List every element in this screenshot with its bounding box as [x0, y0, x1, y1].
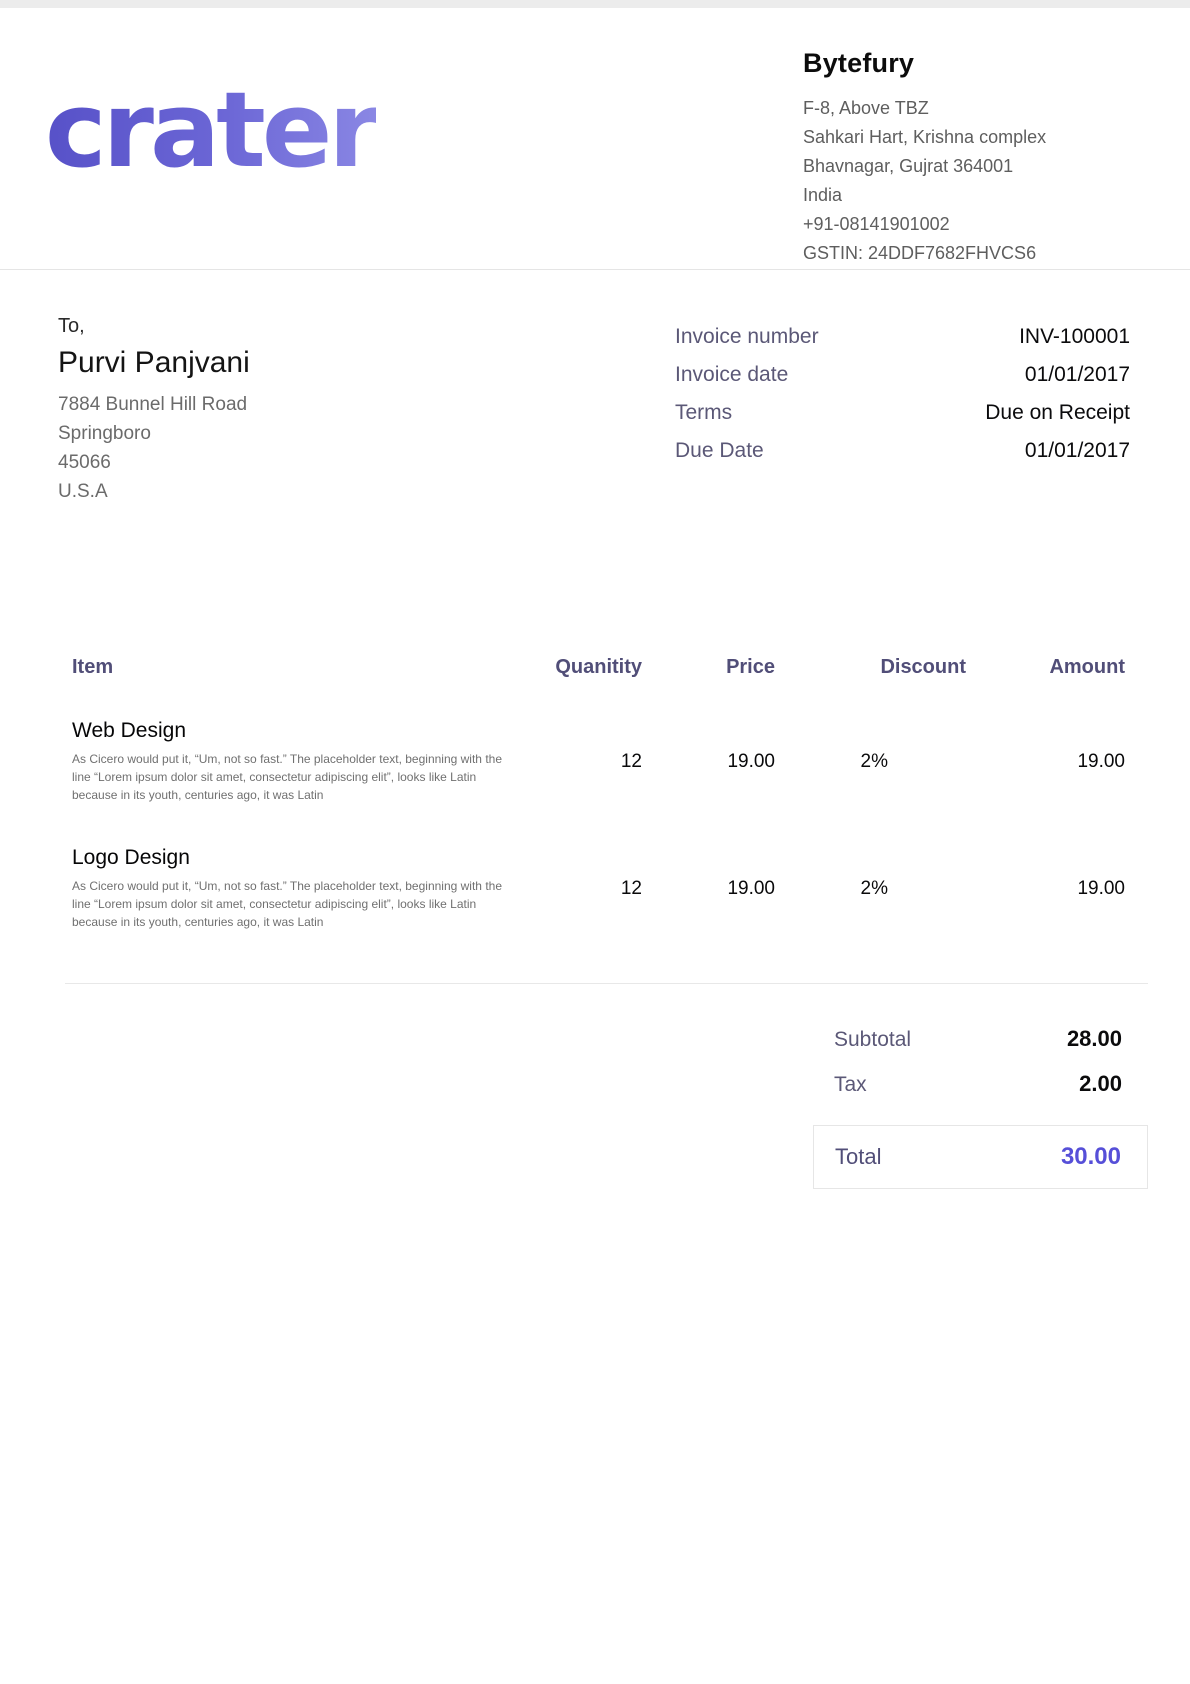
customer-name: Purvi Panjvani — [58, 346, 250, 380]
item-description: As Cicero would put it, “Um, not so fast… — [72, 877, 506, 931]
company-address-line: Bhavnagar, Gujrat 364001 — [803, 152, 1118, 181]
subtotal-value: 28.00 — [1067, 1026, 1122, 1052]
terms-value: Due on Receipt — [985, 401, 1130, 425]
terms-label: Terms — [675, 401, 732, 425]
invoice-number-row: Invoice number INV-100001 — [675, 325, 1130, 349]
item-discount-value: 2% — [861, 751, 966, 772]
invoice-header: crater Bytefury F-8, Above TBZ Sahkari H… — [0, 8, 1190, 270]
customer-address-line: 45066 — [58, 448, 250, 477]
page-top-strip — [0, 0, 1190, 8]
item-name: Web Design — [72, 719, 522, 743]
grand-total-value: 30.00 — [1061, 1143, 1121, 1171]
parties-section: To, Purvi Panjvani 7884 Bunnel Hill Road… — [0, 270, 1190, 506]
terms-row: Terms Due on Receipt — [675, 401, 1130, 425]
tax-value: 2.00 — [1079, 1071, 1122, 1097]
items-table-header: Item Quanitity Price Discount Amount — [72, 656, 1125, 719]
totals-section: Subtotal 28.00 Tax 2.00 Total 30.00 — [813, 1026, 1148, 1189]
company-name: Bytefury — [803, 48, 1118, 79]
subtotal-row: Subtotal 28.00 — [813, 1026, 1148, 1052]
due-date-row: Due Date 01/01/2017 — [675, 439, 1130, 463]
company-gstin: GSTIN: 24DDF7682FHVCS6 — [803, 239, 1118, 268]
item-discount-value: 2% — [861, 878, 966, 899]
crater-logo: crater — [45, 78, 376, 182]
item-discount: 2% — [775, 751, 966, 773]
grand-total-box: Total 30.00 — [813, 1125, 1148, 1189]
invoice-meta-block: Invoice number INV-100001 Invoice date 0… — [675, 315, 1130, 506]
invoice-date-value: 01/01/2017 — [1025, 363, 1130, 387]
grand-total-label: Total — [835, 1144, 881, 1170]
customer-address: 7884 Bunnel Hill Road Springboro 45066 U… — [58, 390, 250, 506]
tax-row: Tax 2.00 — [813, 1071, 1148, 1097]
item-description: As Cicero would put it, “Um, not so fast… — [72, 750, 506, 804]
item-cell: Logo Design As Cicero would put it, “Um,… — [72, 846, 522, 931]
column-header-price: Price — [642, 656, 775, 679]
column-header-discount: Discount — [775, 656, 966, 679]
item-cell: Web Design As Cicero would put it, “Um, … — [72, 719, 522, 804]
item-price: 19.00 — [642, 878, 775, 900]
items-table: Item Quanitity Price Discount Amount Web… — [72, 656, 1125, 931]
invoice-number-label: Invoice number — [675, 325, 819, 349]
table-row: Web Design As Cicero would put it, “Um, … — [72, 719, 1125, 804]
tax-label: Tax — [834, 1073, 867, 1097]
item-amount: 19.00 — [966, 751, 1125, 773]
table-row: Logo Design As Cicero would put it, “Um,… — [72, 846, 1125, 931]
item-discount: 2% — [775, 878, 966, 900]
due-date-value: 01/01/2017 — [1025, 439, 1130, 463]
invoice-date-row: Invoice date 01/01/2017 — [675, 363, 1130, 387]
due-date-label: Due Date — [675, 439, 764, 463]
customer-address-line: U.S.A — [58, 477, 250, 506]
items-totals-divider — [65, 983, 1148, 984]
company-address-line: Sahkari Hart, Krishna complex — [803, 123, 1118, 152]
item-name: Logo Design — [72, 846, 522, 870]
item-amount: 19.00 — [966, 878, 1125, 900]
column-header-amount: Amount — [966, 656, 1125, 679]
company-address: F-8, Above TBZ Sahkari Hart, Krishna com… — [803, 94, 1118, 268]
invoice-number-value: INV-100001 — [1019, 325, 1130, 349]
company-info-block: Bytefury F-8, Above TBZ Sahkari Hart, Kr… — [803, 38, 1118, 268]
item-price: 19.00 — [642, 751, 775, 773]
column-header-item: Item — [72, 656, 522, 679]
item-quantity: 12 — [522, 878, 642, 900]
company-address-line: F-8, Above TBZ — [803, 94, 1118, 123]
customer-address-line: Springboro — [58, 419, 250, 448]
company-address-line: India — [803, 181, 1118, 210]
subtotal-label: Subtotal — [834, 1028, 911, 1052]
customer-address-line: 7884 Bunnel Hill Road — [58, 390, 250, 419]
column-header-quantity: Quanitity — [522, 656, 642, 679]
company-phone: +91-08141901002 — [803, 210, 1118, 239]
invoice-date-label: Invoice date — [675, 363, 788, 387]
item-quantity: 12 — [522, 751, 642, 773]
bill-to-block: To, Purvi Panjvani 7884 Bunnel Hill Road… — [58, 315, 250, 506]
bill-to-label: To, — [58, 315, 250, 338]
